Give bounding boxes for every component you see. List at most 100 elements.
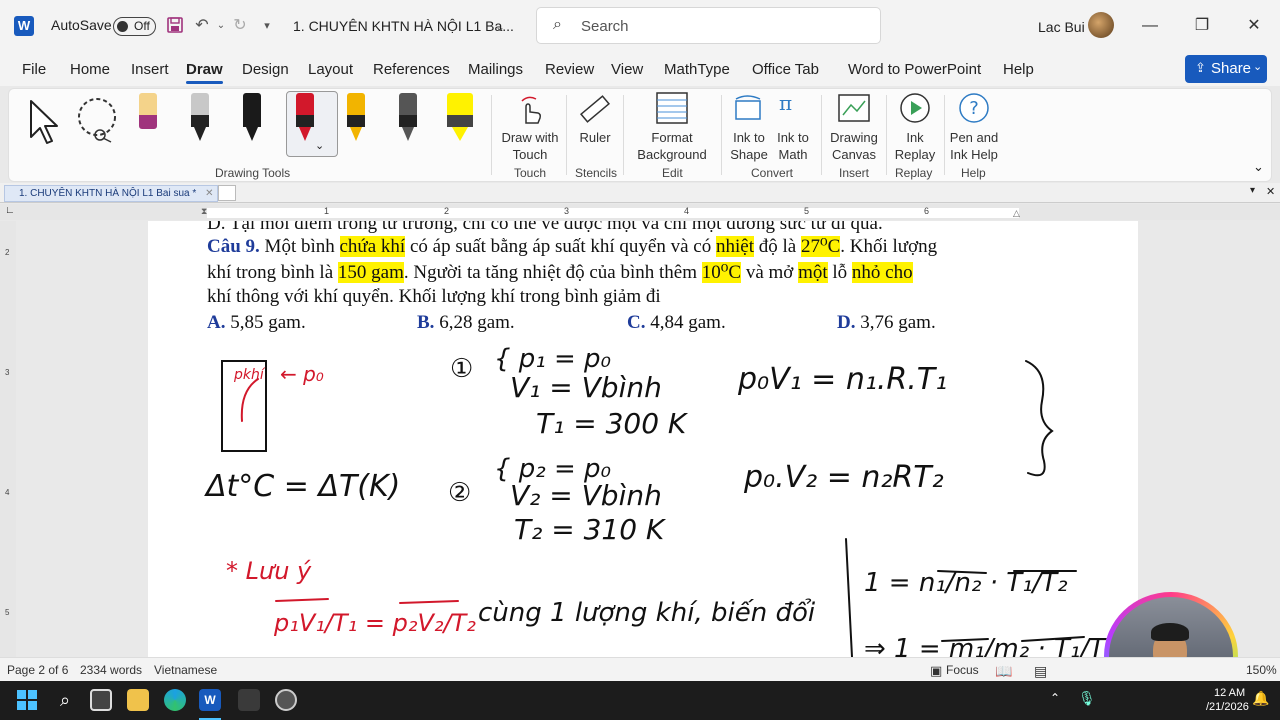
ruler-button[interactable]: Ruler [575, 129, 615, 146]
drawing-canvas-icon[interactable] [837, 93, 871, 126]
collapse-ribbon-icon[interactable]: ⌄ [1253, 159, 1264, 175]
ink-to-math-icon[interactable]: π [779, 91, 792, 115]
highlighter-icon[interactable] [443, 93, 479, 145]
pencil-icon[interactable] [133, 93, 163, 145]
print-layout-icon[interactable]: ▤ [1034, 663, 1047, 680]
pen-and-ink-help-button[interactable]: Pen and Ink Help [945, 129, 1003, 163]
document-tab-bar: 1. CHUYÊN KHTN HÀ NỘI L1 Bai sua * ✕ ▾ ✕ [0, 183, 1280, 203]
pen-body [139, 115, 157, 129]
tab-draw[interactable]: Draw [186, 61, 223, 84]
search-icon: ⌕ [553, 16, 562, 33]
language[interactable]: Vietnamese [154, 663, 217, 677]
app-icon[interactable] [238, 689, 260, 711]
tab-insert[interactable]: Insert [131, 61, 169, 78]
drawing-canvas-button[interactable]: Drawing Canvas [827, 129, 881, 163]
help-icon[interactable]: ? [957, 91, 991, 128]
ink-to-shape-button[interactable]: Ink to Shape [727, 129, 771, 163]
customize-quick-access-icon[interactable]: ▾ [257, 16, 277, 36]
title-dropdown-icon[interactable]: ⌄ [490, 17, 510, 37]
show-hidden-icons[interactable]: ⌃ [1050, 691, 1060, 705]
tab-stop-icon[interactable]: ∟ [5, 205, 15, 216]
state1-v: V₁ = Vbình [510, 371, 662, 404]
autosave-label: AutoSave [51, 17, 112, 33]
document-page[interactable]: D. Tại mỗi điểm trong từ trường, chỉ có … [148, 221, 1138, 657]
pen-black-icon[interactable] [237, 93, 267, 145]
tab-office-tab[interactable]: Office Tab [752, 61, 819, 78]
indent-marker-icon[interactable]: ⧗ [201, 206, 207, 217]
word-taskbar-icon[interactable]: W [199, 689, 221, 711]
notification-bell-icon[interactable]: 🔔 [1252, 690, 1269, 707]
title-bar: W AutoSave Off ↶ ⌄ ↻ ▾ 1. CHUYÊN KHTN HÀ… [0, 0, 1280, 52]
document-tab[interactable]: 1. CHUYÊN KHTN HÀ NỘI L1 Bai sua * ✕ [4, 185, 219, 202]
recorder-icon[interactable] [275, 689, 297, 711]
ruler-number: 3 [564, 206, 570, 216]
share-label: Share [1211, 60, 1252, 77]
avatar[interactable] [1088, 12, 1114, 38]
format-background-button[interactable]: Format Background [625, 129, 719, 163]
save-icon[interactable] [165, 16, 185, 36]
microphone-icon[interactable]: 🎙 [1078, 690, 1096, 707]
minimize-icon[interactable]: — [1138, 14, 1162, 38]
ruler-icon[interactable] [579, 93, 611, 128]
tab-layout[interactable]: Layout [308, 61, 353, 78]
select-objects-icon[interactable] [27, 97, 61, 148]
tab-file[interactable]: File [22, 61, 46, 78]
tab-close-all-icon[interactable]: ✕ [1266, 185, 1275, 198]
pen-red-icon[interactable] [290, 93, 320, 145]
pen-galaxy-icon[interactable] [393, 93, 423, 145]
lasso-select-icon[interactable] [73, 95, 123, 148]
edge-browser-icon[interactable] [164, 689, 186, 711]
ratio-equation2: ⇒ 1 = m₁/m₂ · T₁/T₂ [864, 634, 1115, 657]
task-view-icon[interactable] [90, 689, 112, 711]
page-count[interactable]: Page 2 of 6 [7, 663, 68, 677]
tab-view[interactable]: View [611, 61, 643, 78]
ink-replay-button[interactable]: Ink Replay [891, 129, 939, 163]
search-box[interactable]: ⌕ Search [536, 7, 881, 44]
user-name[interactable]: Lac Bui [1038, 19, 1085, 35]
right-indent-marker-icon[interactable]: △ [1013, 208, 1020, 219]
restore-icon[interactable]: ❐ [1190, 14, 1214, 38]
tab-help[interactable]: Help [1003, 61, 1034, 78]
format-background-icon[interactable] [655, 91, 689, 128]
ink-to-math-button[interactable]: Ink to Math [771, 129, 815, 163]
tab-mathtype[interactable]: MathType [664, 61, 730, 78]
taskbar-search-icon[interactable]: ⌕ [54, 689, 76, 711]
draw-with-touch-icon[interactable] [516, 95, 544, 128]
pen-black-a-icon[interactable] [185, 93, 215, 145]
share-button[interactable]: ⇪ Share ⌄ [1185, 55, 1267, 83]
new-tab-button[interactable] [218, 185, 236, 201]
clock-date[interactable]: /21/2026 [1206, 701, 1249, 713]
zoom-level[interactable]: 150% [1246, 663, 1277, 677]
right-brace [1025, 360, 1054, 477]
draw-with-touch-button[interactable]: Draw with Touch [495, 129, 565, 163]
arrow-label: ← p₀ [280, 362, 324, 386]
pen-cap [139, 93, 157, 115]
tab-design[interactable]: Design [242, 61, 289, 78]
pen-options-chevron-icon[interactable]: ⌄ [315, 139, 324, 152]
clock-time[interactable]: 12 AM [1214, 687, 1245, 699]
tab-mailings[interactable]: Mailings [468, 61, 523, 78]
pen-gold-icon[interactable] [341, 93, 371, 145]
tab-home[interactable]: Home [70, 61, 110, 78]
tab-close-icon[interactable]: ✕ [205, 188, 213, 199]
file-explorer-icon[interactable] [127, 689, 149, 711]
autosave-toggle[interactable]: Off [113, 17, 156, 36]
redo-icon[interactable]: ↻ [230, 16, 250, 36]
tab-list-icon[interactable]: ▾ [1250, 185, 1255, 196]
focus-button[interactable]: Focus [946, 663, 979, 677]
tab-review[interactable]: Review [545, 61, 594, 78]
ink-to-shape-icon[interactable] [733, 93, 767, 130]
focus-icon[interactable]: ▣ [930, 663, 942, 679]
tab-references[interactable]: References [373, 61, 450, 78]
document-title[interactable]: 1. CHUYÊN KHTN HÀ NỘI L1 Ba... [293, 18, 514, 34]
undo-dropdown-icon[interactable]: ⌄ [211, 16, 231, 36]
ink-replay-icon[interactable] [898, 91, 932, 128]
undo-icon[interactable]: ↶ [192, 16, 212, 36]
horizontal-ruler: ∟ 1 2 3 4 5 6 ⧗ △ [0, 204, 1280, 220]
read-mode-icon[interactable]: 📖 [995, 663, 1012, 680]
windows-start-icon[interactable] [16, 689, 38, 711]
equation1: p₀V₁ = n₁.R.T₁ [737, 362, 947, 397]
close-icon[interactable]: ✕ [1242, 14, 1266, 38]
word-count[interactable]: 2334 words [80, 663, 142, 677]
tab-word-to-powerpoint[interactable]: Word to PowerPoint [848, 61, 981, 78]
